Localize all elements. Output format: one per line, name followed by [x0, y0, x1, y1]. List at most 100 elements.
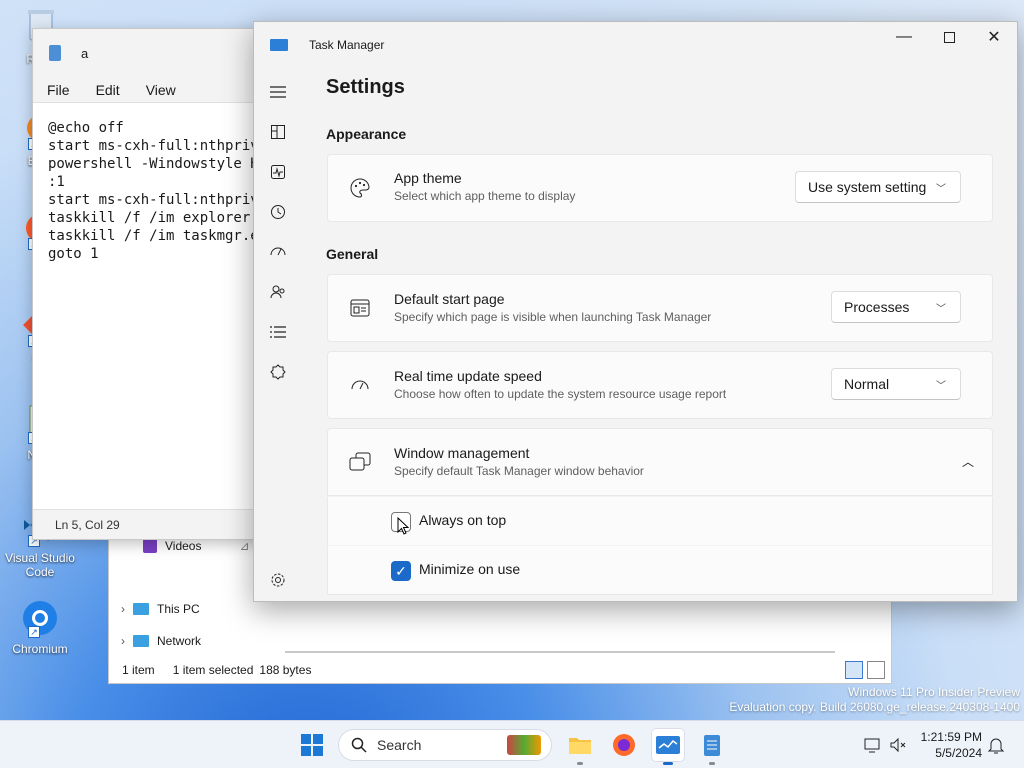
performance-icon[interactable] — [268, 162, 288, 182]
desktop-icon-label: Visual Studio Code — [5, 551, 75, 579]
nav-item-label: This PC — [157, 602, 200, 616]
minimize-button[interactable]: — — [881, 22, 927, 52]
app-theme-title: App theme — [394, 170, 462, 186]
update-speed-dropdown[interactable]: Normal ﹀ — [831, 368, 961, 400]
mouse-cursor-icon — [397, 517, 409, 535]
taskbar-search-box[interactable]: Search — [338, 729, 552, 761]
watermark-line2: Evaluation copy. Build 26080.ge_release.… — [729, 700, 1020, 714]
explorer-nav-pane: Videos ⊿ › This PC › Network — [109, 521, 259, 656]
taskbar-task-manager[interactable] — [652, 729, 684, 765]
task-manager-sidebar — [254, 68, 302, 601]
app-history-icon[interactable] — [268, 202, 288, 222]
divider — [327, 594, 993, 595]
selected-count: 1 item selected — [172, 663, 254, 677]
notification-bell-icon[interactable] — [986, 735, 1006, 755]
notepad-text-area[interactable]: @echo off start ms-cxh-full:nthpriva pow… — [33, 103, 271, 503]
window-management-description: Specify default Task Manager window beha… — [394, 464, 644, 478]
volume-muted-icon[interactable] — [888, 735, 908, 755]
windows-watermark: Windows 11 Pro Insider Preview Evaluatio… — [729, 685, 1020, 715]
update-speed-title: Real time update speed — [394, 368, 542, 384]
close-button[interactable]: ✕ — [971, 22, 1017, 52]
notepad-status-position: Ln 5, Col 29 — [33, 509, 271, 539]
desktop-icon-chromium[interactable]: ↗ Chromium — [4, 596, 76, 656]
section-heading-general: General — [326, 246, 379, 262]
notepad-icon — [704, 735, 720, 756]
taskbar: Search 1:21:59 PM 5/5/2024 — [0, 720, 1024, 768]
dropdown-value: Use system setting — [808, 179, 927, 195]
notepad-tab[interactable]: a — [81, 46, 88, 61]
taskbar-firefox[interactable] — [608, 729, 640, 761]
menu-view[interactable]: View — [146, 82, 176, 98]
users-icon[interactable] — [268, 282, 288, 302]
chevron-down-icon: ﹀ — [936, 184, 946, 195]
search-highlight-icon — [507, 735, 541, 755]
chevron-up-icon[interactable]: ︿ — [962, 453, 974, 470]
horizontal-scrollbar[interactable] — [285, 651, 835, 653]
update-speed-card: Real time update speed Choose how often … — [327, 351, 993, 419]
system-clock[interactable]: 1:21:59 PM 5/5/2024 — [916, 729, 982, 761]
details-icon[interactable] — [268, 322, 288, 342]
app-theme-description: Select which app theme to display — [394, 189, 576, 203]
window-title: Task Manager — [309, 38, 385, 52]
nav-item-this-pc[interactable]: › This PC — [121, 598, 200, 620]
notepad-titlebar: a — [33, 29, 271, 77]
settings-page: Settings Appearance App theme Select whi… — [326, 68, 1017, 601]
chromium-icon: ↗ — [18, 596, 62, 640]
search-placeholder: Search — [377, 737, 422, 753]
menu-file[interactable]: File — [47, 82, 70, 98]
window-management-card[interactable]: Window management Specify default Task M… — [327, 428, 993, 496]
default-start-page-description: Specify which page is visible when launc… — [394, 310, 712, 324]
processes-icon[interactable] — [268, 122, 288, 142]
nav-item-label: Network — [157, 634, 202, 648]
menu-edit[interactable]: Edit — [96, 82, 120, 98]
minimize-on-use-checkbox[interactable]: ✓ — [391, 561, 411, 581]
chevron-down-icon: ﹀ — [936, 381, 946, 392]
task-manager-titlebar: Task Manager — ✕ — [254, 22, 1017, 68]
chevron-down-icon: ﹀ — [936, 304, 946, 315]
tiles-view-button[interactable] — [867, 661, 885, 679]
default-start-page-title: Default start page — [394, 291, 505, 307]
minimize-on-use-label: Minimize on use — [419, 561, 521, 577]
speedometer-icon — [348, 373, 372, 397]
settings-gear-icon[interactable] — [268, 570, 288, 590]
maximize-icon — [943, 31, 955, 43]
notepad-window[interactable]: a File Edit View @echo off start ms-cxh-… — [32, 28, 272, 540]
details-view-button[interactable] — [845, 661, 863, 679]
maximize-button[interactable] — [926, 22, 972, 52]
notepad-icon — [49, 45, 61, 61]
chevron-right-icon: › — [121, 634, 125, 648]
clock-time: 1:21:59 PM — [920, 730, 982, 744]
dropdown-value: Processes — [844, 299, 910, 315]
task-manager-window[interactable]: Task Manager — ✕ Settings Appearance App… — [253, 21, 1018, 602]
update-speed-description: Choose how often to update the system re… — [394, 387, 727, 401]
shortcut-arrow-icon: ↗ — [28, 626, 40, 638]
pin-icon: ⊿ — [239, 539, 250, 553]
taskbar-notepad[interactable] — [696, 729, 728, 765]
window-management-title: Window management — [394, 445, 530, 461]
start-page-icon — [348, 296, 372, 320]
search-icon — [351, 737, 367, 753]
always-on-top-row: Always on top — [327, 497, 993, 545]
app-theme-dropdown[interactable]: Use system setting ﹀ — [795, 171, 961, 203]
watermark-line1: Windows 11 Pro Insider Preview — [848, 685, 1020, 699]
videos-folder-icon — [143, 539, 157, 553]
desktop-icon-label: Chromium — [12, 642, 68, 656]
dropdown-value: Normal — [844, 376, 890, 392]
palette-icon — [348, 176, 372, 200]
default-start-page-dropdown[interactable]: Processes ﹀ — [831, 291, 961, 323]
nav-item-network[interactable]: › Network — [121, 630, 201, 652]
hamburger-menu-icon[interactable] — [268, 82, 288, 102]
minimize-on-use-row: ✓ Minimize on use — [327, 546, 993, 594]
nav-item-label: Videos — [165, 539, 202, 553]
network-status-icon[interactable] — [862, 735, 882, 755]
view-toggle — [845, 661, 885, 679]
startup-apps-icon[interactable] — [268, 242, 288, 262]
services-icon[interactable] — [268, 362, 288, 382]
taskbar-file-explorer[interactable] — [564, 729, 596, 765]
explorer-status-bar: 1 item 1 item selected 188 bytes — [109, 657, 891, 683]
folder-icon — [569, 738, 591, 754]
app-theme-card: App theme Select which app theme to disp… — [327, 154, 993, 222]
start-button[interactable] — [296, 729, 328, 761]
item-count: 1 item — [122, 663, 155, 677]
this-pc-icon — [133, 603, 149, 615]
